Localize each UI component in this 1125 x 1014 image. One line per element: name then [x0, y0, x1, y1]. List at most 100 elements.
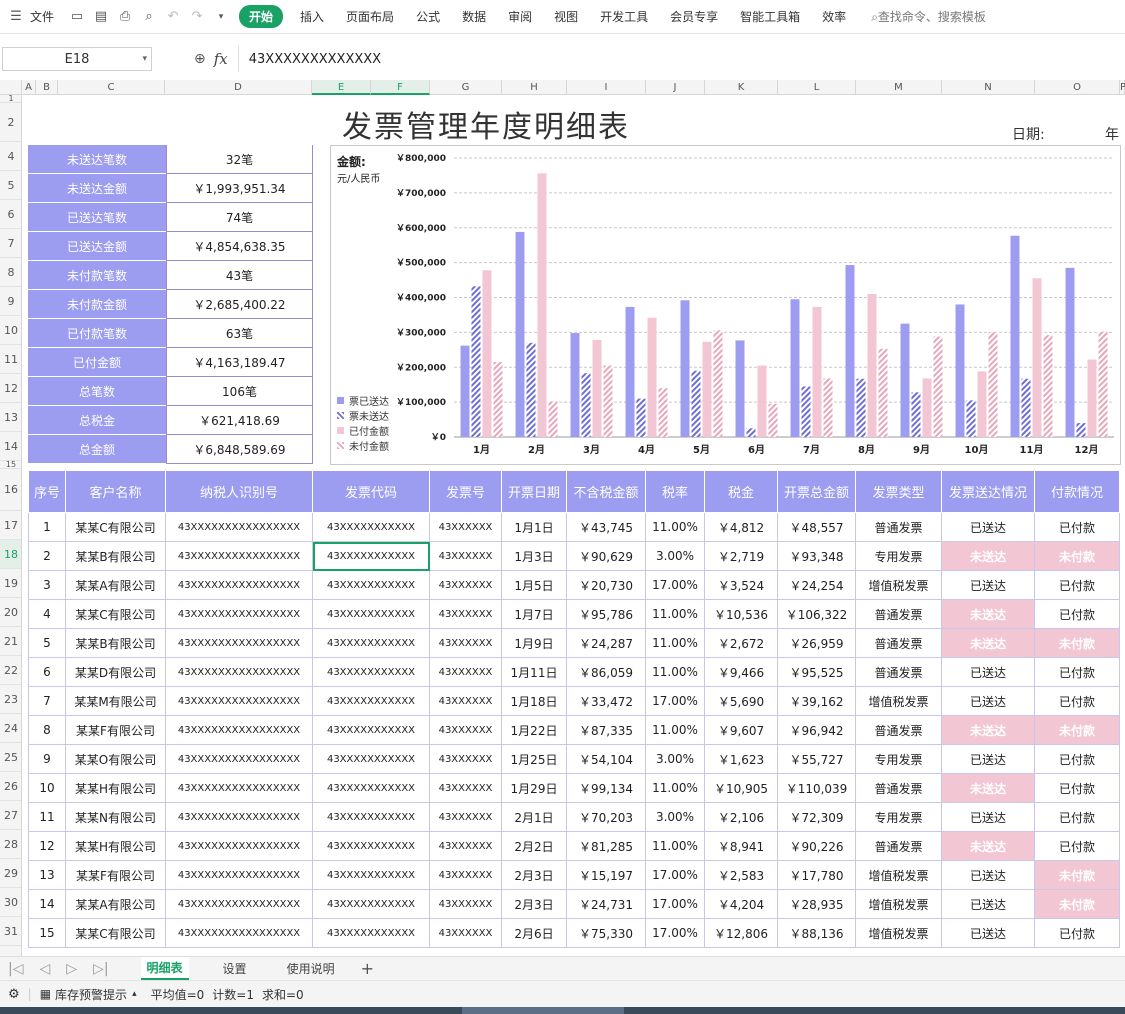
table-cell[interactable]: ￥10,905: [704, 773, 778, 803]
bar-2-2[interactable]: [592, 340, 602, 437]
table-cell[interactable]: 43XXXXXX: [429, 802, 502, 832]
bar-3-5[interactable]: [768, 403, 778, 437]
table-cell[interactable]: 4: [28, 599, 66, 629]
monthly-amount-chart[interactable]: ￥0 ￥100,000 ￥200,000 ￥300,000 ￥400,000 ￥500,0…: [330, 145, 1121, 465]
table-cell[interactable]: 11.00%: [645, 831, 705, 861]
bar-2-6[interactable]: [812, 306, 822, 437]
bar-2-7[interactable]: [867, 294, 877, 437]
table-cell[interactable]: 3.00%: [645, 802, 705, 832]
tab-0[interactable]: 开始: [239, 5, 284, 28]
column-header-C[interactable]: C: [58, 80, 165, 95]
table-cell[interactable]: 某某B有限公司: [65, 541, 166, 571]
table-cell[interactable]: 11.00%: [645, 512, 705, 542]
table-cell[interactable]: 43XXXXXX: [429, 918, 502, 948]
table-cell[interactable]: ￥1,623: [704, 744, 778, 774]
table-cell[interactable]: 普通发票: [855, 657, 942, 687]
column-header-A[interactable]: A: [22, 80, 36, 95]
bar-2-3[interactable]: [647, 317, 657, 437]
table-cell[interactable]: 2月3日: [501, 889, 567, 919]
table-cell[interactable]: 11.00%: [645, 599, 705, 629]
table-cell[interactable]: ￥93,348: [777, 541, 856, 571]
table-cell[interactable]: 增值税发票: [855, 889, 942, 919]
table-row[interactable]: 15 某某C有限公司 43XXXXXXXXXXXXXXXX 43XXXXXXXXXXX…: [28, 918, 1120, 948]
table-cell[interactable]: 某某C有限公司: [65, 918, 166, 948]
tab-4[interactable]: 数据: [462, 8, 486, 25]
table-cell[interactable]: 专用发票: [855, 541, 942, 571]
table-cell[interactable]: ￥2,672: [704, 628, 778, 658]
table-cell[interactable]: 43XXXXXXXXXXXXXXXX: [165, 541, 313, 571]
row-header-26[interactable]: 26: [0, 772, 21, 801]
column-header-I[interactable]: I: [567, 80, 646, 95]
row-header-32[interactable]: 32: [0, 946, 21, 956]
table-cell[interactable]: 未送达: [941, 628, 1035, 658]
row-header-8[interactable]: 8: [0, 258, 21, 287]
sheet-tab-0[interactable]: 明细表: [140, 957, 189, 980]
tab-8[interactable]: 会员专享: [670, 8, 718, 25]
table-cell[interactable]: 增值税发票: [855, 918, 942, 948]
table-cell[interactable]: 已付款: [1034, 802, 1120, 832]
table-cell[interactable]: ￥24,287: [566, 628, 646, 658]
table-row[interactable]: 2 某某B有限公司 43XXXXXXXXXXXXXXXX 43XXXXXXXXXXX 4…: [28, 541, 1120, 571]
table-cell[interactable]: 43XXXXXXXXXXX: [312, 570, 430, 600]
table-cell[interactable]: 已送达: [941, 860, 1035, 890]
table-cell[interactable]: 11: [28, 802, 66, 832]
table-cell[interactable]: 已送达: [941, 657, 1035, 687]
column-header-D[interactable]: D: [165, 80, 312, 95]
table-cell[interactable]: 17.00%: [645, 686, 705, 716]
column-header-G[interactable]: G: [430, 80, 502, 95]
table-cell[interactable]: 43XXXXXXXXXXXXXXXX: [165, 599, 313, 629]
table-cell[interactable]: 43XXXXXXXXXXXXXXXX: [165, 744, 313, 774]
bar-2-11[interactable]: [1087, 359, 1097, 437]
table-cell[interactable]: 43XXXXXX: [429, 744, 502, 774]
next-sheet-icon[interactable]: ▷: [66, 961, 77, 977]
bar-1-5[interactable]: [746, 428, 756, 437]
table-cell[interactable]: 已付款: [1034, 570, 1120, 600]
row-header-24[interactable]: 24: [0, 714, 21, 743]
bar-0-6[interactable]: [790, 299, 800, 437]
table-cell[interactable]: 普通发票: [855, 715, 942, 745]
redo-icon[interactable]: ↷: [189, 9, 205, 25]
table-cell[interactable]: 普通发票: [855, 831, 942, 861]
table-cell[interactable]: ￥5,690: [704, 686, 778, 716]
tab-9[interactable]: 智能工具箱: [740, 8, 800, 25]
table-row[interactable]: 11 某某N有限公司 43XXXXXXXXXXXXXXXX 43XXXXXXXXXXX…: [28, 802, 1120, 832]
row-header-25[interactable]: 25: [0, 743, 21, 772]
row-header-14[interactable]: 14: [0, 432, 21, 461]
table-cell[interactable]: 某某M有限公司: [65, 686, 166, 716]
print-icon[interactable]: ⎙: [117, 9, 133, 25]
bar-2-9[interactable]: [977, 371, 987, 437]
table-cell[interactable]: 43XXXXXXXXXXX: [312, 744, 430, 774]
table-cell[interactable]: 43XXXXXXXXXXXXXXXX: [165, 918, 313, 948]
bar-1-10[interactable]: [1021, 378, 1031, 437]
table-cell[interactable]: 2月6日: [501, 918, 567, 948]
table-cell[interactable]: 43XXXXXX: [429, 541, 502, 571]
table-cell[interactable]: 1月3日: [501, 541, 567, 571]
row-header-4[interactable]: 4: [0, 142, 21, 171]
worksheet[interactable]: 发票管理年度明细表 日期: 年 未送达笔数 32笔 未送达金额 ￥1,993,951.…: [22, 95, 1125, 956]
table-cell[interactable]: 普通发票: [855, 773, 942, 803]
bar-1-11[interactable]: [1076, 423, 1086, 437]
table-cell[interactable]: ￥95,525: [777, 657, 856, 687]
bar-1-8[interactable]: [911, 392, 921, 437]
table-cell[interactable]: 普通发票: [855, 599, 942, 629]
table-cell[interactable]: 11.00%: [645, 773, 705, 803]
table-cell[interactable]: 43XXXXXXXXXXXXXXXX: [165, 860, 313, 890]
corner-cell[interactable]: [0, 80, 22, 95]
table-cell[interactable]: 43XXXXXXXXXXXXXXXX: [165, 889, 313, 919]
table-cell[interactable]: 14: [28, 889, 66, 919]
table-cell[interactable]: ￥110,039: [777, 773, 856, 803]
file-menu[interactable]: 文件: [30, 8, 54, 25]
row-header-9[interactable]: 9: [0, 287, 21, 316]
table-cell[interactable]: ￥99,134: [566, 773, 646, 803]
table-cell[interactable]: 某某A有限公司: [65, 889, 166, 919]
table-cell[interactable]: 5: [28, 628, 66, 658]
hamburger-menu-icon[interactable]: ☰: [8, 9, 24, 25]
table-cell[interactable]: ￥86,059: [566, 657, 646, 687]
table-cell[interactable]: 17.00%: [645, 918, 705, 948]
table-cell[interactable]: 2月2日: [501, 831, 567, 861]
table-cell[interactable]: ￥24,254: [777, 570, 856, 600]
bar-2-5[interactable]: [757, 365, 767, 437]
bar-3-0[interactable]: [493, 362, 503, 437]
name-box[interactable]: E18 ▾: [2, 47, 152, 71]
table-cell[interactable]: 已送达: [941, 802, 1035, 832]
